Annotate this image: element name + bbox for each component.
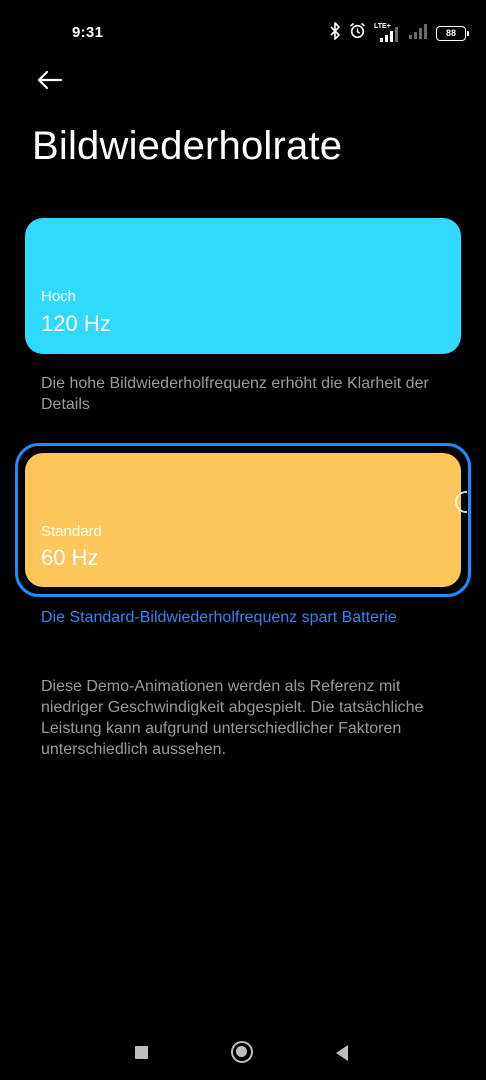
- back-icon[interactable]: [336, 1045, 348, 1061]
- demo-animation-indicator: [455, 491, 467, 513]
- option-high-card[interactable]: Hoch 120 Hz: [25, 218, 461, 354]
- option-value: 60 Hz: [41, 545, 99, 570]
- option-standard-card[interactable]: Standard 60 Hz: [25, 453, 467, 587]
- page-title: Bildwiederholrate: [32, 124, 343, 168]
- battery-level: 88: [445, 27, 456, 38]
- navigation-bar: [0, 1020, 486, 1080]
- option-high-description: Die hohe Bildwiederholfrequenz erhöht di…: [41, 375, 429, 413]
- signal-icon: [408, 22, 428, 45]
- demo-note: Diese Demo-Animationen werden als Refere…: [41, 678, 424, 758]
- bluetooth-icon: [329, 21, 341, 45]
- option-value: 120 Hz: [41, 311, 111, 336]
- status-icons: LTE+ 88: [329, 21, 469, 45]
- option-standard-description: Die Standard-Bildwiederholfrequenz spart…: [41, 609, 397, 626]
- status-bar: 9:31 LTE+ 88: [0, 0, 486, 64]
- status-time: 9:31: [72, 24, 104, 41]
- arrow-left-icon: [37, 70, 63, 95]
- option-label: Standard: [41, 523, 102, 540]
- battery-icon: 88: [436, 25, 469, 41]
- home-icon[interactable]: [231, 1041, 253, 1063]
- recent-apps-icon[interactable]: [135, 1046, 148, 1059]
- back-button[interactable]: [30, 62, 70, 102]
- alarm-icon: [349, 22, 366, 44]
- signal-icon: LTE+: [374, 23, 400, 43]
- option-label: Hoch: [41, 288, 77, 305]
- option-standard-selection-border[interactable]: Standard 60 Hz: [15, 443, 471, 597]
